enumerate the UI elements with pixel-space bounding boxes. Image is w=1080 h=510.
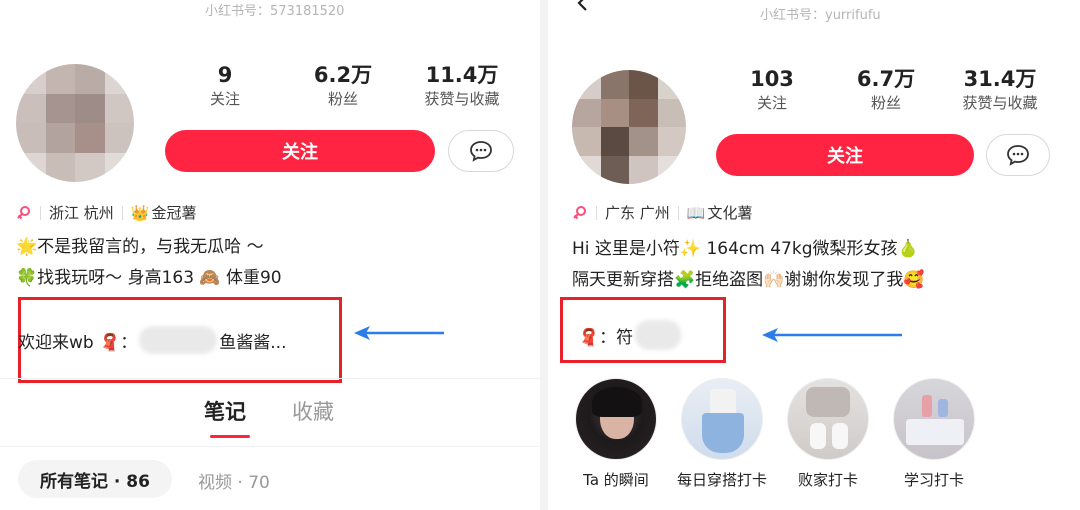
stat-following[interactable]: 9 关注: [160, 62, 290, 110]
divider: [121, 205, 123, 220]
stat-following[interactable]: 103 关注: [707, 66, 837, 114]
message-button[interactable]: [986, 134, 1050, 176]
divider: [0, 378, 540, 379]
level-badge: 金冠薯: [151, 204, 197, 222]
redbook-id: 小红书号：573181520: [205, 4, 345, 19]
stat-likes-collects[interactable]: 11.4万 获赞与收藏: [397, 62, 527, 110]
female-gender-icon: [573, 205, 586, 219]
divider: [40, 205, 41, 220]
redbook-id: 小红书号：yurrifufu: [760, 8, 881, 23]
bio-line: 🌟不是我留言的，与我无瓜哈 ～: [16, 237, 264, 257]
stat-label: 粉丝: [327, 90, 358, 108]
content-tabs: 笔记 收藏: [204, 396, 334, 438]
annotation-arrow-icon: [762, 328, 902, 342]
profile-tags: 广东 广州 📖 文化薯: [572, 202, 752, 223]
chat-bubble-icon: [1007, 145, 1029, 166]
divider: [596, 205, 597, 220]
bio: 🌟不是我留言的，与我无瓜哈 ～ 🍀找我玩呀～ 身高163 🙈 体重90: [16, 232, 282, 294]
right-profile-screenshot: 小红书号：yurrifufu 103 关注 6.7万 粉丝 31.4万 获赞与收…: [548, 0, 1080, 510]
weibo-prefix: 🧣：符: [578, 327, 634, 348]
highlight-moments[interactable]: Ta 的瞬间: [568, 378, 664, 490]
stat-value: 9: [217, 63, 233, 87]
stat-likes-collects[interactable]: 31.4万 获赞与收藏: [935, 66, 1065, 114]
filter-videos[interactable]: 视频 · 70: [198, 468, 270, 493]
message-button[interactable]: [448, 130, 514, 172]
location-tag: 浙江 杭州: [49, 204, 114, 222]
follow-button[interactable]: 关注: [716, 134, 974, 176]
follow-button[interactable]: 关注: [165, 130, 435, 172]
avatar[interactable]: [16, 64, 134, 182]
filter-all-notes[interactable]: 所有笔记 · 86: [18, 460, 172, 498]
highlight-thumbnail: [575, 378, 657, 460]
stat-label: 粉丝: [870, 94, 901, 112]
highlight-shopping[interactable]: 败家打卡: [780, 378, 876, 490]
book-icon: 📖: [686, 203, 706, 222]
highlight-thumbnail: [893, 378, 975, 460]
stat-value: 31.4万: [963, 67, 1037, 91]
weibo-contact: 🧣：符: [578, 320, 682, 350]
stat-label: 获赞与收藏: [424, 90, 500, 108]
annotation-arrow-icon: [354, 326, 444, 340]
stat-followers[interactable]: 6.7万 粉丝: [821, 66, 951, 114]
highlight-label: 学习打卡: [903, 471, 964, 489]
stat-label: 关注: [756, 94, 787, 112]
highlight-label: Ta 的瞬间: [583, 471, 649, 489]
stat-value: 6.7万: [856, 67, 916, 91]
divider: [677, 205, 679, 220]
back-arrow-icon[interactable]: [574, 0, 592, 12]
stat-value: 6.2万: [313, 63, 373, 87]
location-tag: 广东 广州: [605, 204, 670, 222]
chat-bubble-icon: [470, 141, 492, 162]
censored-blur: [635, 320, 682, 350]
female-gender-icon: [17, 205, 30, 219]
tab-label: 笔记: [204, 400, 246, 424]
stat-followers[interactable]: 6.2万 粉丝: [278, 62, 408, 110]
weibo-suffix: 鱼酱酱...: [219, 332, 287, 353]
stat-value: 11.4万: [425, 63, 499, 87]
tab-notes[interactable]: 笔记: [204, 396, 250, 438]
tab-indicator: [210, 435, 250, 438]
left-profile-screenshot: 小红书号：573181520 9 关注 6.2万 粉丝 11.4万 获赞与收藏 …: [0, 0, 540, 510]
highlight-thumbnail: [787, 378, 869, 460]
highlight-thumbnail: [681, 378, 763, 460]
highlight-label: 每日穿搭打卡: [676, 471, 767, 489]
divider: [0, 446, 540, 447]
crown-icon: 👑: [130, 203, 150, 222]
highlight-label: 败家打卡: [797, 471, 858, 489]
tab-collections[interactable]: 收藏: [292, 396, 334, 426]
weibo-prefix: 欢迎来wb 🧣：: [18, 332, 138, 353]
bio: Hi 这里是小符✨ 164cm 47kg微梨形女孩🍐 隔天更新穿搭🧩拒绝盗图🙌🏻…: [572, 234, 925, 296]
stat-label: 获赞与收藏: [962, 94, 1038, 112]
censored-blur: [139, 326, 218, 354]
weibo-contact: 欢迎来wb 🧣： 鱼酱酱...: [18, 326, 286, 354]
highlight-daily-outfit[interactable]: 每日穿搭打卡: [674, 378, 770, 490]
avatar[interactable]: [572, 70, 686, 184]
bio-line: 🍀找我玩呀～ 身高163 🙈 体重90: [16, 268, 282, 288]
bio-line: 隔天更新穿搭🧩拒绝盗图🙌🏻谢谢你发现了我🥰: [572, 270, 925, 290]
stat-value: 103: [750, 67, 794, 91]
level-badge: 文化薯: [707, 204, 753, 222]
profile-tags: 浙江 杭州 👑 金冠薯: [16, 202, 196, 223]
stat-label: 关注: [209, 90, 240, 108]
panel-divider: [540, 0, 548, 510]
highlight-study[interactable]: 学习打卡: [886, 378, 982, 490]
bio-line: Hi 这里是小符✨ 164cm 47kg微梨形女孩🍐: [572, 239, 919, 259]
